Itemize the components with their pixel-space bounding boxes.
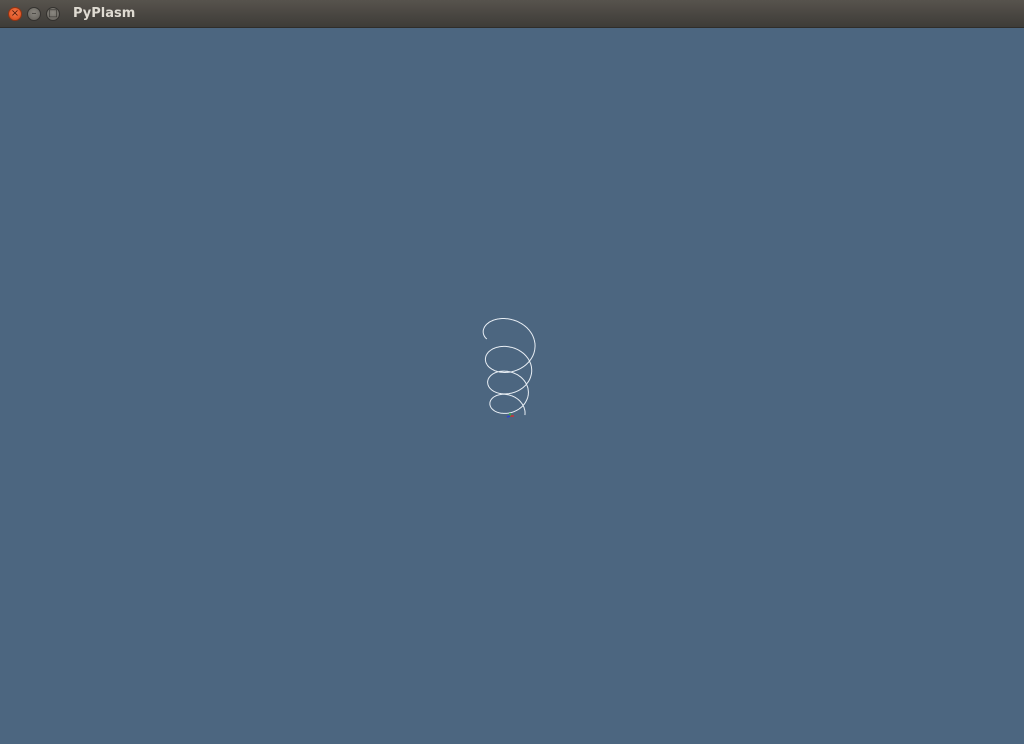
helix-curve [482,318,536,416]
close-button[interactable]: × [8,7,22,21]
3d-viewport[interactable] [0,28,1024,744]
maximize-button[interactable]: □ [46,7,60,21]
z-axis [506,415,511,418]
minimize-icon: – [31,8,37,19]
app-window: × – □ PyPlasm [0,0,1024,744]
minimize-button[interactable]: – [27,7,41,21]
window-title: PyPlasm [73,6,136,21]
scene-canvas[interactable] [0,28,1024,744]
maximize-icon: □ [48,8,58,19]
title-bar[interactable]: × – □ PyPlasm [0,0,1024,28]
close-icon: × [10,8,20,19]
